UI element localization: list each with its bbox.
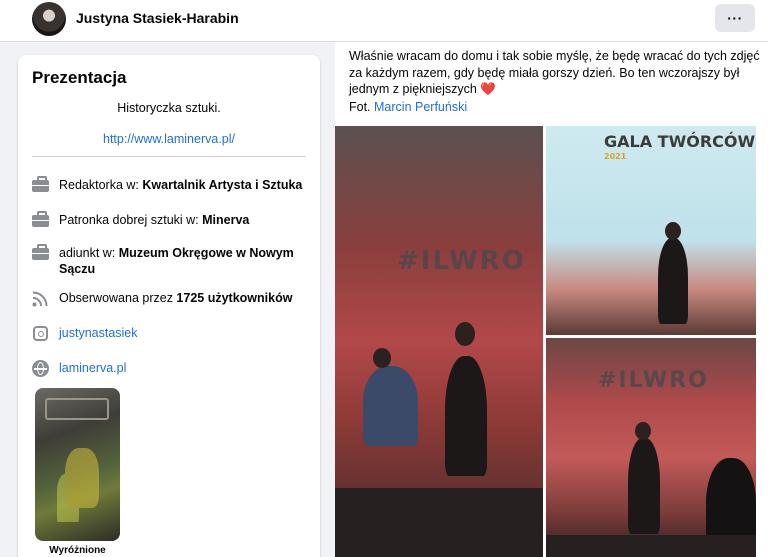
stage-floor [546,535,756,557]
instagram-link[interactable]: justynastasiek [59,325,311,341]
instagram-icon [32,325,50,341]
person-figure [363,366,418,446]
photographer-link[interactable]: Marcin Perfuński [374,100,467,114]
more-options-button[interactable]: ··· [715,4,755,32]
person-head [455,322,475,346]
post-photo-1[interactable]: #ILWRO [335,126,543,557]
stage-hashtag: #ILWRO [397,246,526,276]
person-head [665,222,681,240]
briefcase-icon [32,211,50,228]
credit-prefix: Fot. [349,100,375,114]
post-photo-3[interactable]: #ILWRO [546,338,756,557]
profile-name[interactable]: Justyna Stasiek-Harabin [76,10,239,26]
post-text: Właśnie wracam do domu i tak sobie myślę… [349,48,761,98]
work-employer[interactable]: Minerva [202,213,249,227]
gala-logo: GALA TWÓRCÓW 2021 [604,132,756,162]
person-figure [445,356,487,476]
intro-card: Prezentacja Historyczka sztuki. http://w… [18,55,320,557]
featured-story-thumbnail[interactable] [35,388,120,541]
work-label: adiunkt w: [59,246,119,260]
work-label: Patronka dobrej sztuki w: [59,213,203,227]
briefcase-icon [32,176,50,193]
briefcase-icon [32,244,50,261]
divider [32,156,306,157]
post-body: Właśnie wracam do domu i tak sobie myślę… [349,49,760,96]
bio-text: Historyczka sztuki. [117,101,221,115]
stage-floor [335,488,543,557]
bio-website-link[interactable]: http://www.laminerva.pl/ [18,132,320,146]
heart-emoji: ❤️ [480,82,496,96]
globe-icon [32,360,50,377]
person-figure [658,238,688,324]
stage-hashtag: #ILWRO [598,368,709,393]
featured-label: Wyróżnione [49,545,106,556]
website-link[interactable]: laminerva.pl [59,360,311,376]
post-photo-2[interactable]: GALA TWÓRCÓW 2021 [546,126,756,335]
work-employer[interactable]: Kwartalnik Artysta i Sztuka [142,178,302,192]
work-label: Redaktorka w: [59,178,143,192]
profile-header: Justyna Stasiek-Harabin ··· [0,0,768,42]
followers-count[interactable]: 1725 użytkowników [176,291,292,305]
photo-credit: Fot. Marcin Perfuński [349,100,467,114]
followers-label: Obserwowana przez [59,291,177,305]
rss-icon [32,290,50,307]
avatar[interactable] [32,2,66,36]
intro-title: Prezentacja [32,68,127,87]
gala-logo-text: GALA TWÓRCÓW [604,132,756,151]
post: Właśnie wracam do domu i tak sobie myślę… [335,42,768,557]
person-figure [628,438,660,534]
person-head [373,348,391,368]
person-head [635,422,651,440]
